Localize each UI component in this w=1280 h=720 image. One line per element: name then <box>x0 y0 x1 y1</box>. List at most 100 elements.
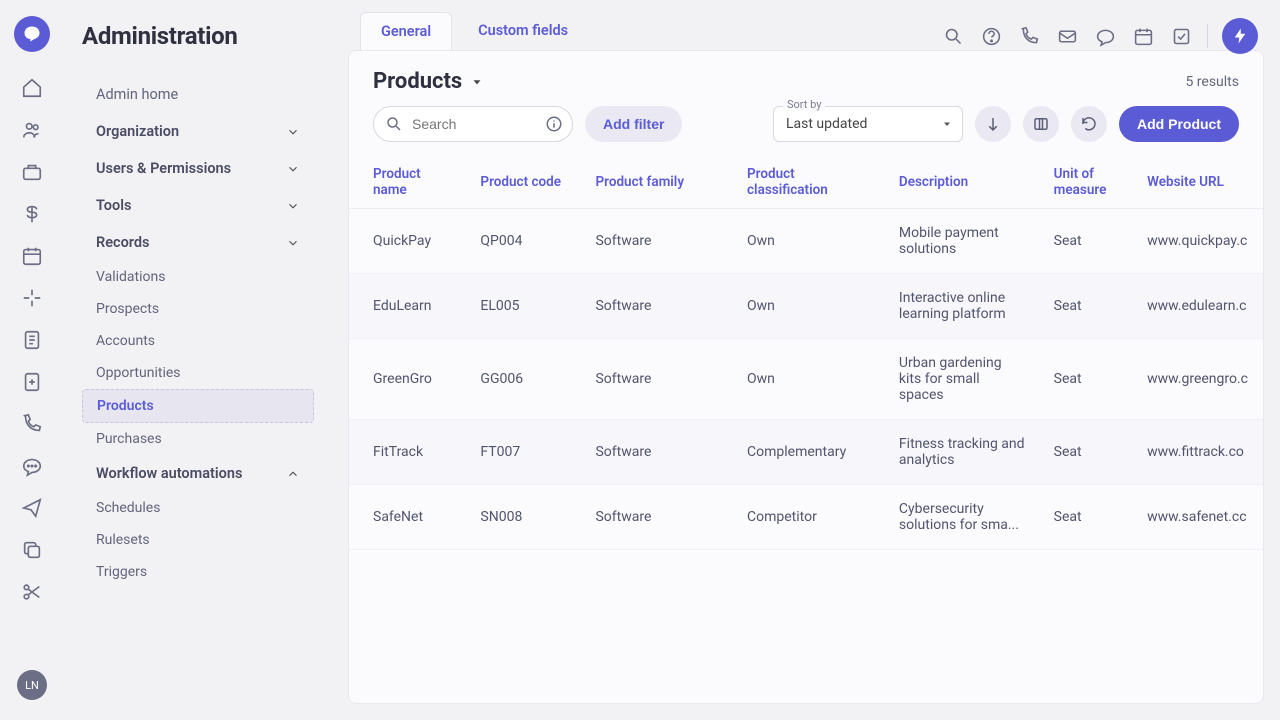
caret-down-icon <box>470 75 484 89</box>
chat-icon[interactable] <box>1093 24 1117 48</box>
cell-url: www.quickpay.c <box>1133 209 1263 274</box>
cell-name: SafeNet <box>349 485 466 550</box>
document-icon[interactable] <box>20 328 44 352</box>
cell-uom: Seat <box>1040 274 1133 339</box>
cell-description: Interactive online learning platform <box>885 274 1040 339</box>
cell-url: www.fittrack.co <box>1133 420 1263 485</box>
search-icon <box>385 115 403 133</box>
users-icon[interactable] <box>20 118 44 142</box>
nav-products[interactable]: Products <box>82 389 314 423</box>
sort-value: Last updated <box>773 106 963 142</box>
nav-label: Organization <box>96 123 179 140</box>
app-logo[interactable] <box>14 16 50 52</box>
help-icon[interactable] <box>979 24 1003 48</box>
cell-family: Software <box>581 274 733 339</box>
nav-users-permissions[interactable]: Users & Permissions <box>82 150 314 187</box>
dollar-icon[interactable] <box>20 202 44 226</box>
add-filter-button[interactable]: Add filter <box>585 106 682 142</box>
nav-validations[interactable]: Validations <box>82 261 314 293</box>
sort-direction-button[interactable] <box>975 106 1011 142</box>
table-row[interactable]: QuickPay QP004 Software Own Mobile payme… <box>349 209 1263 274</box>
col-product-family[interactable]: Product family <box>581 156 733 209</box>
nav-admin-home[interactable]: Admin home <box>82 76 314 113</box>
nav-rulesets[interactable]: Rulesets <box>82 524 314 556</box>
spark-icon[interactable] <box>20 286 44 310</box>
cell-name: GreenGro <box>349 339 466 420</box>
cell-description: Urban gardening kits for small spaces <box>885 339 1040 420</box>
nav-purchases[interactable]: Purchases <box>82 423 314 455</box>
chevron-down-icon <box>286 162 300 176</box>
cell-uom: Seat <box>1040 339 1133 420</box>
table-row[interactable]: FitTrack FT007 Software Complementary Fi… <box>349 420 1263 485</box>
cell-uom: Seat <box>1040 209 1133 274</box>
tab-custom-fields[interactable]: Custom fields <box>458 12 588 50</box>
cell-url: www.edulearn.c <box>1133 274 1263 339</box>
nav-triggers[interactable]: Triggers <box>82 556 314 588</box>
cell-uom: Seat <box>1040 485 1133 550</box>
col-product-classification[interactable]: Product classification <box>733 156 885 209</box>
nav-schedules[interactable]: Schedules <box>82 492 314 524</box>
cell-uom: Seat <box>1040 420 1133 485</box>
nav-opportunities[interactable]: Opportunities <box>82 357 314 389</box>
cell-name: FitTrack <box>349 420 466 485</box>
cell-code: EL005 <box>466 274 581 339</box>
task-icon[interactable] <box>1169 24 1193 48</box>
main-content: General Custom fields Products 5 results… <box>332 0 1280 720</box>
col-product-name[interactable]: Product name <box>349 156 466 209</box>
send-icon[interactable] <box>20 496 44 520</box>
col-product-code[interactable]: Product code <box>466 156 581 209</box>
nav-tools[interactable]: Tools <box>82 187 314 224</box>
col-uom[interactable]: Unit of measure <box>1040 156 1133 209</box>
info-icon[interactable] <box>545 115 563 133</box>
cell-family: Software <box>581 209 733 274</box>
columns-button[interactable] <box>1023 106 1059 142</box>
copy-icon[interactable] <box>20 538 44 562</box>
scissors-icon[interactable] <box>20 580 44 604</box>
cell-code: GG006 <box>466 339 581 420</box>
panel-title-text: Products <box>373 69 462 94</box>
add-document-icon[interactable] <box>20 370 44 394</box>
cell-name: QuickPay <box>349 209 466 274</box>
chat-rail-icon[interactable] <box>20 454 44 478</box>
panel-title-dropdown[interactable]: Products <box>373 69 484 94</box>
nav-prospects[interactable]: Prospects <box>82 293 314 325</box>
cell-classification: Own <box>733 339 885 420</box>
cell-name: EduLearn <box>349 274 466 339</box>
panel: Products 5 results Add filter Sort by La… <box>348 50 1264 704</box>
avatar[interactable]: LN <box>17 670 47 700</box>
col-website-url[interactable]: Website URL <box>1133 156 1263 209</box>
table-row[interactable]: GreenGro GG006 Software Own Urban garden… <box>349 339 1263 420</box>
nav-organization[interactable]: Organization <box>82 113 314 150</box>
phone-icon[interactable] <box>1017 24 1041 48</box>
search-input[interactable] <box>373 106 573 142</box>
sort-select[interactable]: Sort by Last updated <box>773 106 963 142</box>
nav-label: Workflow automations <box>96 465 242 482</box>
col-description[interactable]: Description <box>885 156 1040 209</box>
refresh-button[interactable] <box>1071 106 1107 142</box>
nav-accounts[interactable]: Accounts <box>82 325 314 357</box>
nav-records[interactable]: Records <box>82 224 314 261</box>
home-icon[interactable] <box>20 76 44 100</box>
phone-rail-icon[interactable] <box>20 412 44 436</box>
cell-description: Mobile payment solutions <box>885 209 1040 274</box>
sidebar: Administration Admin home Organization U… <box>64 0 332 720</box>
table-row[interactable]: EduLearn EL005 Software Own Interactive … <box>349 274 1263 339</box>
nav-label: Users & Permissions <box>96 160 231 177</box>
chevron-up-icon <box>286 467 300 481</box>
page-title: Administration <box>82 22 314 50</box>
cell-url: www.greengro.c <box>1133 339 1263 420</box>
briefcase-icon[interactable] <box>20 160 44 184</box>
flash-button[interactable] <box>1222 18 1258 54</box>
calendar-rail-icon[interactable] <box>20 244 44 268</box>
icon-rail: LN <box>0 0 64 720</box>
tab-general[interactable]: General <box>360 12 452 50</box>
cell-description: Fitness tracking and analytics <box>885 420 1040 485</box>
calendar-icon[interactable] <box>1131 24 1155 48</box>
table-row[interactable]: SafeNet SN008 Software Competitor Cybers… <box>349 485 1263 550</box>
add-product-button[interactable]: Add Product <box>1119 106 1239 142</box>
products-table: Product name Product code Product family… <box>349 156 1263 550</box>
mail-icon[interactable] <box>1055 24 1079 48</box>
nav-workflow[interactable]: Workflow automations <box>82 455 314 492</box>
cell-description: Cybersecurity solutions for sma... <box>885 485 1040 550</box>
search-icon[interactable] <box>941 24 965 48</box>
